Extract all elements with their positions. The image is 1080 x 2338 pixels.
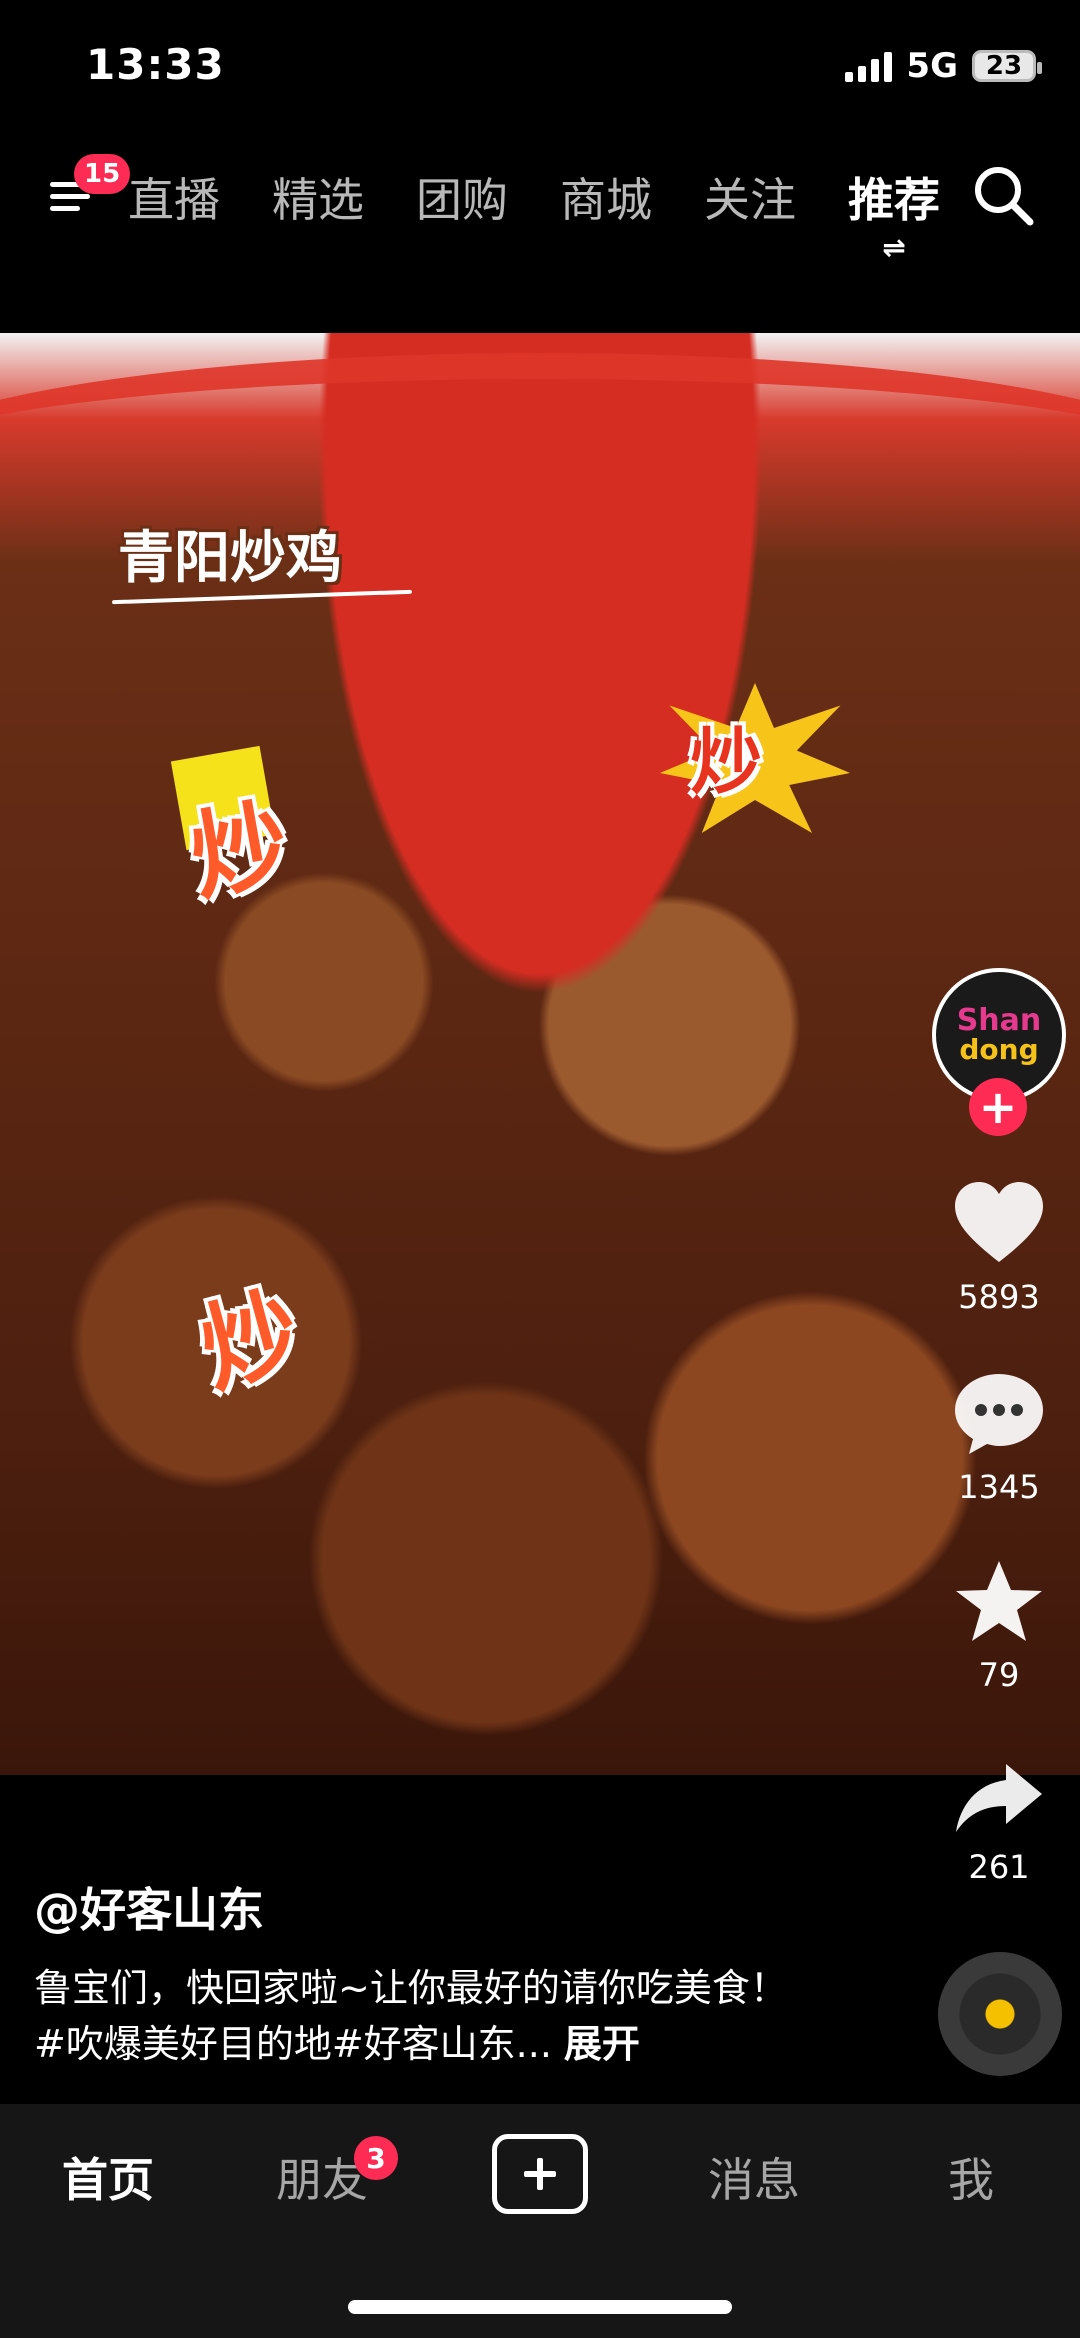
favorite-count: 79 (978, 1656, 1020, 1694)
plus-icon (524, 2158, 556, 2190)
heart-icon (955, 1182, 1043, 1262)
comment-icon (955, 1374, 1043, 1454)
tab-mall[interactable]: 商城 (560, 164, 652, 230)
search-button[interactable] (968, 160, 1038, 230)
video-overlay-title: 青阳炒鸡 (118, 526, 342, 591)
share-button[interactable]: 261 (934, 1760, 1064, 1886)
search-icon (975, 167, 1034, 226)
signal-icon (845, 50, 893, 82)
nav-friends[interactable]: 朋友 3 (276, 2136, 398, 2210)
comment-count: 1345 (958, 1468, 1040, 1506)
star-icon (956, 1561, 1042, 1641)
menu-button[interactable]: 15 (44, 154, 131, 224)
avatar-logo-text: Shan (956, 1003, 1042, 1038)
favorite-button[interactable]: 79 (934, 1558, 1064, 1694)
description-text: 鲁宝们，快回家啦~让你最好的请你吃美食！#吹爆美好目的地#好客山东... (34, 1966, 788, 2066)
like-count: 5893 (958, 1278, 1040, 1316)
tab-featured[interactable]: 精选 (272, 164, 364, 230)
battery-icon: 23 (972, 50, 1042, 82)
tab-recommended-label: 推荐 (848, 173, 940, 227)
network-label: 5G (906, 46, 958, 86)
stir-fry-sticker: 炒 (182, 787, 297, 915)
nav-me[interactable]: 我 (948, 2144, 994, 2210)
video-player[interactable]: 青阳炒鸡 炒 炒 炒 (0, 333, 1080, 1775)
home-indicator (348, 2300, 732, 2314)
avatar-logo-text: dong (959, 1033, 1039, 1066)
share-icon (956, 1764, 1042, 1832)
stir-fry-sticker: 炒 (690, 720, 763, 804)
tab-live[interactable]: 直播 (128, 164, 220, 230)
top-navigation: 15 直播 精选 团购 商城 关注 推荐 ⇌ (0, 150, 1080, 264)
tab-recommended[interactable]: 推荐 ⇌ (848, 164, 940, 264)
plus-icon: + (978, 1080, 1018, 1134)
feed-tabs: 直播 精选 团购 商城 关注 推荐 ⇌ (128, 164, 940, 264)
friends-badge: 3 (354, 2136, 398, 2180)
author-name[interactable]: @好客山东 (34, 1874, 264, 1940)
nav-home[interactable]: 首页 (62, 2144, 154, 2210)
status-indicators: 5G 23 (845, 46, 1042, 86)
status-time: 13:33 (86, 40, 225, 89)
follow-button[interactable]: + (969, 1078, 1027, 1136)
video-description: 鲁宝们，快回家啦~让你最好的请你吃美食！#吹爆美好目的地#好客山东... 展开 (34, 1960, 794, 2072)
comment-button[interactable]: 1345 (934, 1370, 1064, 1506)
share-count: 261 (968, 1848, 1030, 1886)
expand-link[interactable]: 展开 (564, 2022, 640, 2066)
nav-messages[interactable]: 消息 (708, 2144, 800, 2210)
menu-notification-badge: 15 (74, 154, 131, 194)
refresh-icon: ⇌ (882, 231, 906, 264)
stir-fry-sticker: 炒 (189, 1274, 312, 1408)
tab-following[interactable]: 关注 (704, 164, 796, 230)
like-button[interactable]: 5893 (934, 1180, 1064, 1316)
tab-group-buy[interactable]: 团购 (416, 164, 508, 230)
create-button[interactable] (492, 2134, 588, 2214)
music-disc-icon[interactable] (938, 1952, 1062, 2076)
